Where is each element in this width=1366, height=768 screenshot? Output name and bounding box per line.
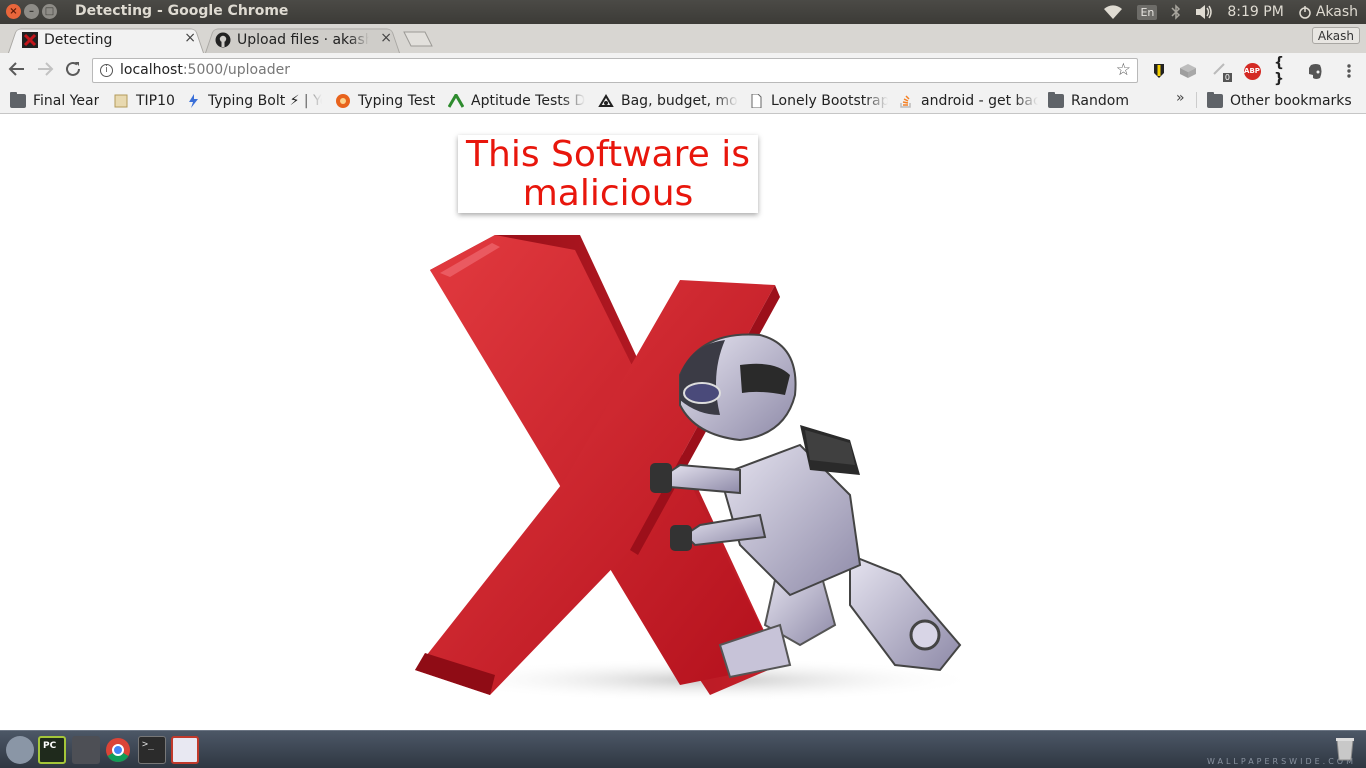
minimize-window-button[interactable]: –	[24, 4, 39, 19]
folder-icon	[10, 92, 26, 108]
shield-extension-icon[interactable]	[1150, 62, 1168, 80]
wifi-icon[interactable]	[1103, 4, 1123, 20]
bookmark-tip10[interactable]: TIP10	[113, 91, 175, 111]
counter-extension-icon[interactable]: 0	[1212, 62, 1232, 82]
aptitude-favicon	[448, 94, 464, 108]
reload-icon	[66, 61, 80, 76]
box-extension-icon[interactable]	[1179, 62, 1197, 80]
bookmark-bag-budget[interactable]: Bag, budget, mo	[598, 91, 738, 111]
user-menu[interactable]: Akash	[1298, 4, 1358, 20]
bookmarks-divider	[1196, 92, 1197, 108]
bookmark-star-icon[interactable]: ☆	[1116, 59, 1131, 82]
taskbar: PC >_ WALLPAPERSWIDE.COM	[0, 730, 1366, 768]
bookmark-final-year[interactable]: Final Year	[10, 91, 99, 111]
detecting-favicon	[22, 32, 38, 48]
page-content: This Software is malicious	[0, 115, 1366, 730]
files-icon[interactable]	[72, 736, 100, 764]
close-window-button[interactable]: ×	[6, 4, 21, 19]
close-tab-icon[interactable]: ×	[380, 30, 392, 46]
tab-detecting[interactable]: Detecting ×	[8, 26, 204, 53]
url-text: localhost:5000/uploader	[120, 62, 290, 78]
trash-icon[interactable]	[1334, 735, 1356, 761]
forward-button[interactable]	[34, 60, 56, 82]
power-icon	[1298, 5, 1312, 19]
evernote-icon[interactable]	[1306, 62, 1324, 80]
volume-icon[interactable]	[1195, 4, 1213, 20]
window-controls: × – □	[6, 4, 57, 19]
pycharm-icon[interactable]: PC	[38, 736, 66, 764]
address-bar[interactable]: i localhost:5000/uploader ☆	[92, 58, 1138, 83]
json-formatter-icon[interactable]: { }	[1274, 55, 1292, 87]
keyboard-language-indicator[interactable]: En	[1137, 4, 1158, 20]
back-arrow-icon	[8, 62, 24, 76]
user-name: Akash	[1315, 4, 1358, 20]
reload-button[interactable]	[62, 60, 84, 82]
window-title: Detecting - Google Chrome	[75, 3, 289, 19]
site-info-icon[interactable]: i	[100, 64, 113, 77]
bookmark-random[interactable]: Random	[1048, 91, 1129, 111]
github-favicon	[215, 32, 231, 48]
tip10-favicon	[114, 94, 128, 108]
forward-arrow-icon	[38, 62, 54, 76]
tab-strip: Detecting × Upload files · akash × Akash	[0, 24, 1366, 53]
bookmark-aptitude-tests[interactable]: Aptitude Tests D	[448, 91, 585, 111]
verdict-line-2: malicious	[522, 173, 694, 214]
maximize-window-button[interactable]: □	[42, 4, 57, 19]
adblock-plus-icon[interactable]: ABP	[1243, 62, 1261, 80]
extension-badge: 0	[1222, 73, 1232, 82]
bookmarks-bar: Final Year TIP10 Typing Bolt ⚡ | Yo Typi…	[0, 87, 1366, 114]
window-titlebar: × – □ Detecting - Google Chrome En 8:19 …	[0, 0, 1366, 24]
page-icon	[751, 94, 762, 108]
chrome-icon[interactable]	[104, 736, 132, 764]
bookmark-typing-bolt[interactable]: Typing Bolt ⚡ | Yo	[185, 91, 322, 111]
typing-bolt-favicon	[189, 94, 198, 108]
kebab-menu-icon	[1347, 64, 1351, 78]
bluetooth-icon[interactable]	[1171, 4, 1181, 20]
bag-favicon	[598, 94, 614, 107]
verdict-banner: This Software is malicious	[458, 135, 758, 213]
terminal-icon[interactable]: >_	[138, 736, 166, 764]
system-icon[interactable]	[6, 736, 34, 764]
bookmark-lonely-bootstrap[interactable]: Lonely Bootstrap	[748, 91, 888, 111]
system-tray: En 8:19 PM Akash	[1103, 2, 1358, 22]
profile-button[interactable]: Akash	[1311, 27, 1360, 44]
tab-upload-files[interactable]: Upload files · akash ×	[205, 26, 400, 53]
chrome-menu-button[interactable]	[1340, 62, 1358, 80]
stackoverflow-favicon	[900, 95, 911, 108]
tab-label: Upload files · akash	[237, 31, 369, 48]
new-tab-button[interactable]	[403, 31, 433, 47]
robot-pushing-x-illustration	[415, 235, 980, 702]
other-bookmarks[interactable]: Other bookmarks	[1207, 91, 1352, 111]
bookmark-android-get-back[interactable]: android - get bac	[898, 91, 1038, 111]
finder-icon[interactable]	[171, 736, 199, 764]
bookmark-typing-test[interactable]: Typing Test	[335, 91, 435, 111]
close-tab-icon[interactable]: ×	[184, 30, 196, 46]
typing-test-favicon	[336, 94, 350, 108]
folder-icon	[1207, 92, 1223, 108]
back-button[interactable]	[6, 60, 28, 82]
folder-icon	[1048, 92, 1064, 108]
clock[interactable]: 8:19 PM	[1227, 4, 1283, 20]
bookmarks-overflow-button[interactable]: »	[1176, 90, 1185, 106]
tab-label: Detecting	[44, 31, 113, 48]
verdict-line-1: This Software is	[466, 134, 750, 175]
